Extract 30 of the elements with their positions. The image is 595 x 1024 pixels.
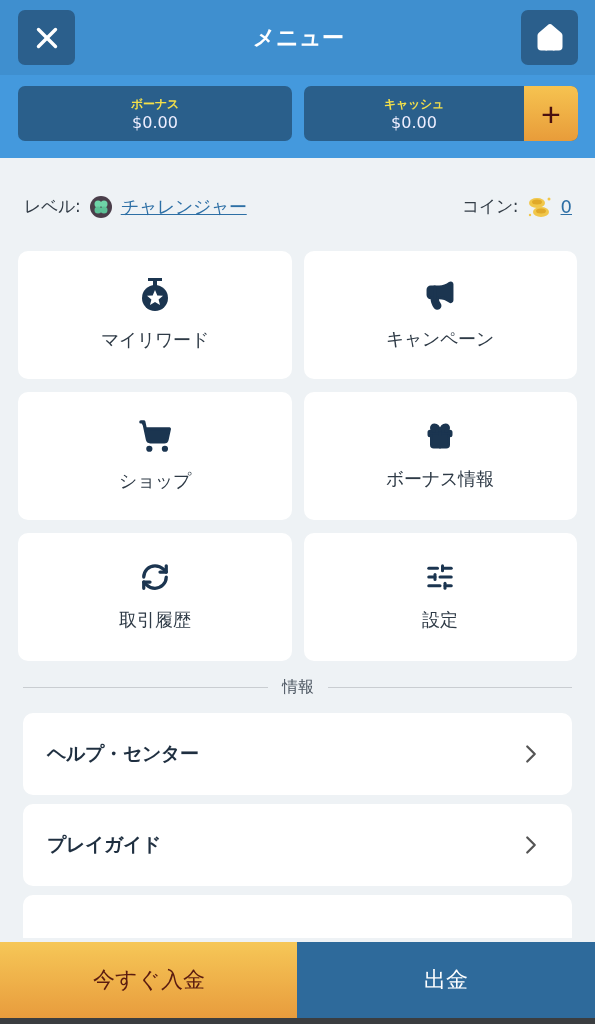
menu-tile[interactable]: ボーナス情報 [303,392,577,520]
deposit-button[interactable]: 今すぐ入金 [0,942,297,1018]
withdraw-button[interactable]: 出金 [297,942,595,1018]
menu-tile[interactable]: 設定 [303,533,577,661]
coin-label: コイン: [461,195,519,218]
level-link[interactable]: チャレンジャー [120,194,247,219]
balance-label: ボーナス [131,95,179,113]
level-label: レベル: [24,195,81,218]
section-heading: 情報 [281,677,314,698]
menu-tile[interactable]: キャンペーン [303,251,577,379]
home-button[interactable] [521,10,578,65]
coin-link[interactable]: 0 [560,196,572,217]
balance-label: キャッシュ [384,95,444,113]
settings-icon [425,562,456,592]
refresh-icon [139,562,170,592]
close-button[interactable] [18,10,75,65]
menu-tile[interactable]: ショップ [18,392,292,520]
info-list-item[interactable]: プレイガイド [23,804,572,886]
info-list-item[interactable]: ヘルプ・センター [23,713,572,795]
add-funds-button[interactable]: + [524,86,578,141]
clover-badge-icon [88,194,113,219]
menu-title: メニュー [252,23,344,52]
gift-icon [425,421,456,451]
menu-tile[interactable]: マイリワード [18,251,292,379]
balance-amount: $0.00 [132,112,178,132]
cart-icon [137,419,172,453]
balance-amount: $0.00 [391,112,437,132]
home-icon [534,22,565,53]
menu-tile[interactable]: 取引履歴 [18,533,292,661]
medal-icon [139,278,170,312]
